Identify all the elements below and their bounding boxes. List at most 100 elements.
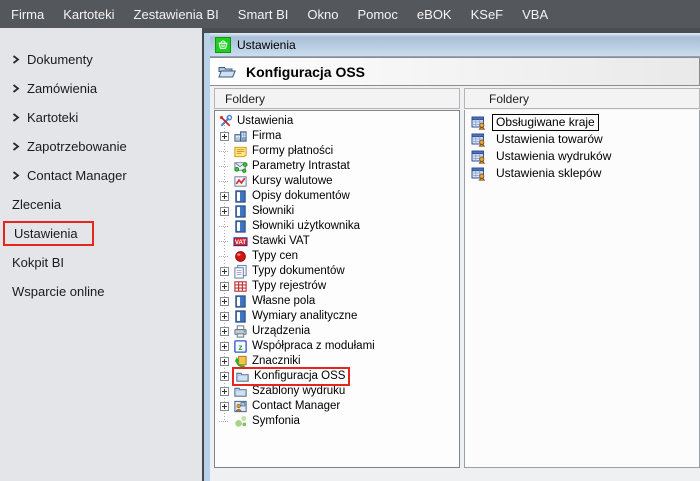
- tree-item-firma[interactable]: Firma: [218, 129, 459, 144]
- sidebar-item-label: Dokumenty: [27, 52, 93, 67]
- table-user-icon: [471, 132, 486, 148]
- tree-item-konfiguracja-oss[interactable]: Konfiguracja OSS: [218, 369, 459, 384]
- tree-item-label: Kursy walutowe: [252, 174, 333, 189]
- tree-connector: [218, 256, 232, 258]
- tree-item-urządzenia[interactable]: Urządzenia: [218, 324, 459, 339]
- menu-item-zestawienia-bi[interactable]: Zestawienia BI: [134, 7, 219, 22]
- tree-item-współpraca-z-modułami[interactable]: zWspółpraca z modułami: [218, 339, 459, 354]
- chevron-right-icon: [12, 142, 27, 151]
- sidebar-item-label: Zamówienia: [27, 81, 97, 96]
- dotted-connector: [219, 181, 228, 183]
- sidebar-item-kartoteki[interactable]: Kartoteki: [0, 103, 202, 132]
- building-icon: [233, 129, 248, 144]
- menu-bar: Firma Kartoteki Zestawienia BI Smart BI Okno…: [0, 0, 700, 28]
- menu-item-kartoteki[interactable]: Kartoteki: [63, 7, 114, 22]
- plus-box-icon[interactable]: [220, 282, 229, 291]
- window-titlebar[interactable]: Ustawienia: [210, 33, 700, 57]
- printer-icon: [233, 324, 248, 339]
- plus-box-icon[interactable]: [220, 267, 229, 276]
- expand-toggle[interactable]: [218, 132, 232, 141]
- plus-box-icon[interactable]: [220, 192, 229, 201]
- plus-box-icon[interactable]: [220, 207, 229, 216]
- tree-item-label: Szablony wydruku: [252, 384, 345, 399]
- menu-item-vba[interactable]: VBA: [522, 7, 548, 22]
- list-item-obsługiwane-kraje[interactable]: Obsługiwane kraje: [471, 114, 699, 131]
- tree-item-własne-pola[interactable]: Własne pola: [218, 294, 459, 309]
- expand-toggle[interactable]: [218, 402, 232, 411]
- tree-item-formy-płatności[interactable]: Formy płatności: [218, 144, 459, 159]
- sidebar-item-dokumenty[interactable]: Dokumenty: [0, 45, 202, 74]
- tree-item-opisy-dokumentów[interactable]: Opisy dokumentów: [218, 189, 459, 204]
- tree-item-label: Własne pola: [252, 294, 315, 309]
- menu-item-firma[interactable]: Firma: [11, 7, 44, 22]
- expand-toggle[interactable]: [218, 327, 232, 336]
- sidebar-item-ustawienia[interactable]: Ustawienia: [0, 219, 202, 248]
- expand-toggle[interactable]: [218, 282, 232, 291]
- tree-item-label: Współpraca z modułami: [252, 339, 375, 354]
- table-user-icon: [471, 149, 486, 165]
- expand-toggle[interactable]: [218, 297, 232, 306]
- right-panel-caption: Foldery: [464, 88, 700, 109]
- folders-list[interactable]: Obsługiwane krajeUstawienia towarówUstaw…: [464, 110, 700, 468]
- menu-item-ksef[interactable]: KSeF: [471, 7, 504, 22]
- sidebar-item-label: Contact Manager: [27, 168, 127, 183]
- doc-icon: [233, 294, 248, 309]
- sidebar-item-zlecenia[interactable]: Zlecenia: [0, 190, 202, 219]
- expand-toggle[interactable]: [218, 192, 232, 201]
- tree-item-parametry-intrastat[interactable]: Parametry Intrastat: [218, 159, 459, 174]
- plus-box-icon[interactable]: [220, 372, 229, 381]
- tree-item-typy-rejestrów[interactable]: Typy rejestrów: [218, 279, 459, 294]
- expand-toggle[interactable]: [218, 207, 232, 216]
- sidebar-item-zam-wienia[interactable]: Zamówienia: [0, 74, 202, 103]
- expand-toggle[interactable]: [218, 357, 232, 366]
- expand-toggle[interactable]: [218, 387, 232, 396]
- sidebar-item-zapotrzebowanie[interactable]: Zapotrzebowanie: [0, 132, 202, 161]
- tree-item-typy-dokumentów[interactable]: Typy dokumentów: [218, 264, 459, 279]
- expand-toggle[interactable]: [218, 342, 232, 351]
- tree-item-symfonia[interactable]: Symfonia: [218, 414, 459, 429]
- expand-toggle[interactable]: [218, 312, 232, 321]
- tree-item-ustawienia[interactable]: Ustawienia: [218, 114, 459, 129]
- folders-tree-panel: Foldery UstawieniaFirmaFormy płatnościPa…: [214, 88, 460, 468]
- tree-item-kursy-walutowe[interactable]: Kursy walutowe: [218, 174, 459, 189]
- sidebar-item-kokpit-bi[interactable]: Kokpit BI: [0, 248, 202, 277]
- plus-box-icon[interactable]: [220, 402, 229, 411]
- expand-toggle[interactable]: [218, 267, 232, 276]
- menu-item-pomoc[interactable]: Pomoc: [357, 7, 397, 22]
- expand-toggle[interactable]: [218, 372, 232, 381]
- plus-box-icon[interactable]: [220, 387, 229, 396]
- sidebar-item-wsparcie-online[interactable]: Wsparcie online: [0, 277, 202, 306]
- note-icon: [233, 144, 248, 159]
- tree-item-contact-manager[interactable]: Contact Manager: [218, 399, 459, 414]
- chevron-right-icon: [12, 171, 27, 180]
- list-item-ustawienia-wydruków[interactable]: Ustawienia wydruków: [471, 148, 699, 165]
- plus-box-icon[interactable]: [220, 297, 229, 306]
- dotted-connector: [219, 241, 228, 243]
- menu-item-ebok[interactable]: eBOK: [417, 7, 452, 22]
- doc-icon: [233, 189, 248, 204]
- dotted-connector: [219, 421, 228, 423]
- tree-item-słowniki[interactable]: Słowniki: [218, 204, 459, 219]
- sidebar-item-contact-manager[interactable]: Contact Manager: [0, 161, 202, 190]
- plus-box-icon[interactable]: [220, 312, 229, 321]
- list-item-ustawienia-towarów[interactable]: Ustawienia towarów: [471, 131, 699, 148]
- tree-item-słowniki-użytkownika[interactable]: Słowniki użytkownika: [218, 219, 459, 234]
- tree-item-stawki-vat[interactable]: VATStawki VAT: [218, 234, 459, 249]
- tree-item-szablony-wydruku[interactable]: Szablony wydruku: [218, 384, 459, 399]
- plus-box-icon[interactable]: [220, 327, 229, 336]
- annotation-box: Konfiguracja OSS: [232, 367, 350, 386]
- plus-box-icon[interactable]: [220, 132, 229, 141]
- menu-item-okno[interactable]: Okno: [307, 7, 338, 22]
- tree-item-label: Ustawienia: [237, 114, 293, 129]
- folders-tree[interactable]: UstawieniaFirmaFormy płatnościParametry …: [214, 110, 460, 468]
- chevron-right-icon: [12, 113, 27, 122]
- sidebar-item-label: Zapotrzebowanie: [27, 139, 127, 154]
- list-item-ustawienia-sklepów[interactable]: Ustawienia sklepów: [471, 165, 699, 182]
- menu-item-smart-bi[interactable]: Smart BI: [238, 7, 289, 22]
- plus-box-icon[interactable]: [220, 342, 229, 351]
- tree-item-wymiary-analityczne[interactable]: Wymiary analityczne: [218, 309, 459, 324]
- doc-icon: [233, 219, 248, 234]
- tree-item-typy-cen[interactable]: Typy cen: [218, 249, 459, 264]
- sidebar-item-label: Wsparcie online: [12, 284, 105, 299]
- plus-box-icon[interactable]: [220, 357, 229, 366]
